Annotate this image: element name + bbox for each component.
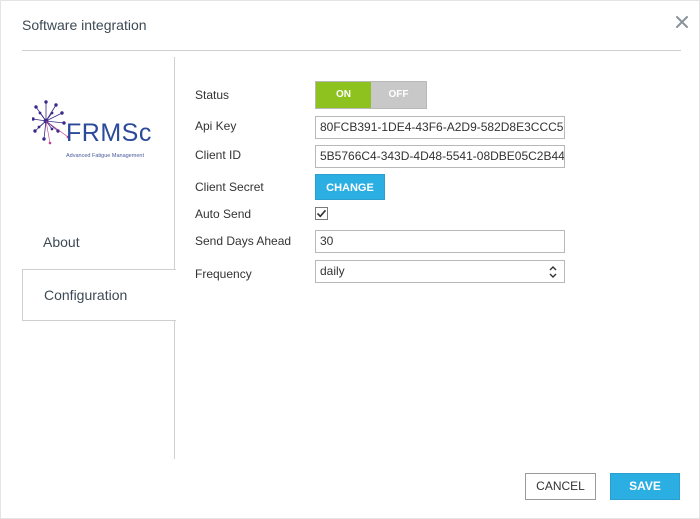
- frequency-select[interactable]: daily: [315, 260, 565, 283]
- checkmark-icon: [316, 209, 327, 218]
- api-key-input[interactable]: 80FCB391-1DE4-43F6-A2D9-582D8E3CCC57: [315, 116, 565, 139]
- api-key-label: Api Key: [195, 119, 237, 133]
- logo-tagline: Advanced Fatigue Management: [66, 153, 144, 159]
- dialog-title: Software integration: [22, 17, 147, 33]
- close-icon[interactable]: [675, 15, 693, 33]
- sidebar: FRMSc Advanced Fatigue Management About …: [22, 57, 176, 459]
- dialog-header: Software integration: [22, 1, 688, 51]
- toggle-on-option[interactable]: ON: [316, 82, 371, 108]
- send-days-ahead-input[interactable]: 30: [315, 230, 565, 253]
- logo-wordmark: FRMSc: [66, 119, 152, 147]
- client-id-input[interactable]: 5B5766C4-343D-4D48-5541-08DBE05C2B44: [315, 145, 565, 168]
- send-days-ahead-label: Send Days Ahead: [195, 234, 292, 248]
- sidebar-item-configuration[interactable]: Configuration: [22, 269, 176, 321]
- sidebar-item-about[interactable]: About: [22, 216, 175, 268]
- save-button[interactable]: SAVE: [610, 473, 680, 500]
- auto-send-label: Auto Send: [195, 207, 252, 221]
- auto-send-checkbox[interactable]: [315, 207, 328, 220]
- client-id-label: Client ID: [195, 148, 242, 162]
- change-secret-button[interactable]: CHANGE: [315, 174, 385, 200]
- frmsc-logo: FRMSc Advanced Fatigue Management: [32, 97, 162, 169]
- client-secret-label: Client Secret: [195, 180, 264, 194]
- status-toggle[interactable]: ON OFF: [315, 81, 427, 109]
- toggle-off-option[interactable]: OFF: [371, 82, 426, 108]
- cancel-button[interactable]: CANCEL: [525, 473, 596, 500]
- frequency-value: daily: [320, 264, 345, 278]
- status-label: Status: [195, 88, 230, 102]
- software-integration-dialog: Software integration FRMSc Advanced Fati…: [0, 0, 700, 519]
- chevron-updown-icon: [549, 266, 557, 278]
- frequency-label: Frequency: [195, 267, 252, 281]
